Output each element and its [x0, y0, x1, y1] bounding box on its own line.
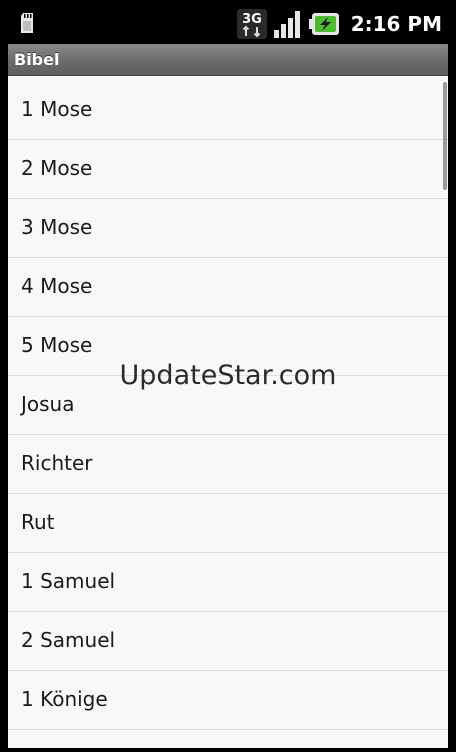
device-frame: 3G 2:16 PM Bibel 1 Mose 2 Mose 3 Mose 4 …	[0, 0, 456, 752]
list-item[interactable]: Josua	[8, 376, 448, 435]
clock: 2:16 PM	[350, 12, 442, 36]
title-bar: Bibel	[8, 44, 448, 76]
list-item[interactable]: Richter	[8, 435, 448, 494]
list-item[interactable]: 1 Mose	[8, 81, 448, 140]
list-item-label: Richter	[21, 451, 93, 475]
list-item-label: 3 Mose	[21, 215, 93, 239]
list-item-label: 1 Samuel	[21, 569, 116, 593]
network-type-label: 3G	[242, 12, 262, 27]
list-item-label: 1 Könige	[21, 687, 108, 711]
battery-charging-icon	[308, 13, 339, 35]
list-item[interactable]: 4 Mose	[8, 258, 448, 317]
status-icons: 3G 2:16 PM	[236, 8, 442, 40]
list-item[interactable]: 3 Mose	[8, 199, 448, 258]
app-title: Bibel	[14, 50, 60, 69]
status-bar: 3G 2:16 PM	[8, 4, 448, 44]
screen: 3G 2:16 PM Bibel 1 Mose 2 Mose 3 Mose 4 …	[8, 4, 448, 748]
list-item[interactable]: 1 Könige	[8, 671, 448, 730]
list-item-label: Josua	[21, 392, 75, 416]
list-item-label: 2 Samuel	[21, 628, 116, 652]
scrollbar-thumb[interactable]	[443, 82, 447, 190]
book-list[interactable]: 1 Mose 2 Mose 3 Mose 4 Mose 5 Mose Josua…	[8, 81, 448, 730]
list-item-label: 2 Mose	[21, 156, 93, 180]
list-item-label: Rut	[21, 510, 55, 534]
list-item-label: 4 Mose	[21, 274, 93, 298]
list-item[interactable]: 2 Samuel	[8, 612, 448, 671]
signal-icon	[273, 11, 300, 38]
network-3g-icon: 3G	[236, 9, 267, 39]
list-item[interactable]: Rut	[8, 494, 448, 553]
list-item[interactable]: 2 Mose	[8, 140, 448, 199]
list-item[interactable]: 5 Mose	[8, 317, 448, 376]
list-item-label: 1 Mose	[21, 97, 93, 121]
list-item[interactable]: 1 Samuel	[8, 553, 448, 612]
sd-card-icon	[21, 13, 33, 33]
list-item-label: 5 Mose	[21, 333, 93, 357]
